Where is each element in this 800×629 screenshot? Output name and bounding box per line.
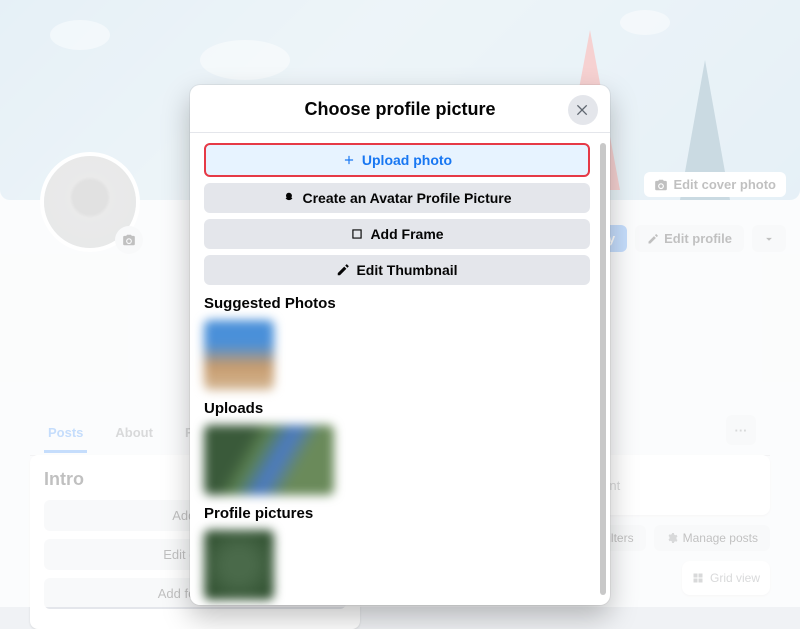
edit-thumbnail-button[interactable]: Edit Thumbnail [204, 255, 590, 285]
modal-body: Upload photo Create an Avatar Profile Pi… [190, 133, 610, 605]
tab-about[interactable]: About [111, 415, 157, 453]
create-avatar-label: Create an Avatar Profile Picture [302, 190, 511, 206]
edit-cover-button[interactable]: Edit cover photo [644, 172, 786, 197]
modal-title: Choose profile picture [190, 99, 610, 120]
profile-pictures-heading: Profile pictures [204, 505, 600, 522]
close-button[interactable] [568, 95, 598, 125]
create-avatar-button[interactable]: Create an Avatar Profile Picture [204, 183, 590, 213]
cover-decoration [50, 20, 110, 50]
plus-icon [342, 153, 356, 167]
grid-view-button[interactable]: Grid view [682, 561, 770, 595]
upload-photo-label: Upload photo [362, 152, 452, 168]
grid-icon [692, 572, 704, 584]
cover-decoration [200, 40, 290, 80]
modal-header: Choose profile picture [190, 85, 610, 133]
upload-photo-thumb[interactable] [204, 425, 334, 495]
add-frame-button[interactable]: Add Frame [204, 219, 590, 249]
camera-icon [122, 233, 136, 247]
camera-icon [654, 178, 668, 192]
close-icon [575, 102, 591, 118]
pencil-icon [336, 263, 350, 277]
uploads-heading: Uploads [204, 400, 600, 417]
more-actions-button[interactable] [752, 225, 786, 252]
manage-posts-button[interactable]: Manage posts [654, 525, 770, 551]
grid-view-label: Grid view [710, 571, 760, 585]
chevron-down-icon [762, 232, 776, 246]
scrollbar[interactable] [600, 143, 606, 595]
suggested-photos-heading: Suggested Photos [204, 295, 600, 312]
add-frame-label: Add Frame [370, 226, 443, 242]
avatar-icon [282, 191, 296, 205]
edit-thumbnail-label: Edit Thumbnail [356, 262, 457, 278]
edit-profile-label: Edit profile [664, 231, 732, 246]
edit-profile-button[interactable]: Edit profile [635, 225, 744, 252]
edit-cover-label: Edit cover photo [673, 177, 776, 192]
tab-more-button[interactable]: ··· [726, 415, 756, 445]
frame-icon [350, 227, 364, 241]
cover-decoration [620, 10, 670, 35]
tab-posts[interactable]: Posts [44, 415, 87, 453]
manage-posts-label: Manage posts [683, 531, 758, 545]
update-avatar-button[interactable] [115, 226, 143, 254]
upload-photo-button[interactable]: Upload photo [204, 143, 590, 177]
pencil-icon [647, 233, 659, 245]
suggested-photo-thumb[interactable] [204, 320, 274, 390]
profile-picture-thumb[interactable] [204, 530, 274, 600]
choose-profile-picture-modal: Choose profile picture Upload photo Crea… [190, 85, 610, 605]
gear-icon [666, 532, 678, 544]
